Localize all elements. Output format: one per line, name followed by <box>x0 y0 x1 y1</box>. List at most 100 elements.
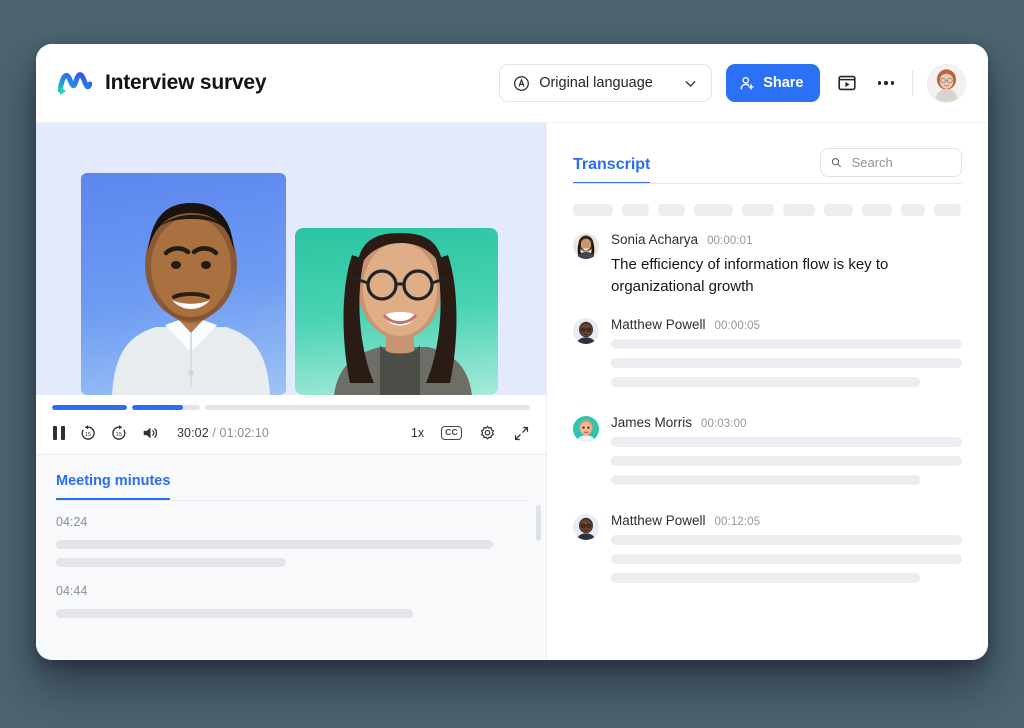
transcript-entry[interactable]: Matthew Powell 00:00:05 <box>573 317 962 396</box>
transcript-entry-body: Matthew Powell 00:00:05 <box>611 317 962 396</box>
present-screen-icon[interactable] <box>834 70 860 96</box>
svg-text:15: 15 <box>116 432 122 438</box>
transcript-entry-body: James Morris 00:03:00 <box>611 415 962 494</box>
transcript-entry-meta: Matthew Powell 00:12:05 <box>611 513 962 528</box>
sonia-avatar <box>573 233 599 259</box>
james-avatar <box>573 415 599 442</box>
captions-button[interactable]: CC <box>441 426 462 440</box>
chevron-down-icon <box>685 80 696 87</box>
transcript-placeholder-line <box>611 534 962 545</box>
total-time: 01:02:10 <box>219 426 269 440</box>
search-icon <box>831 158 841 168</box>
gear-icon[interactable] <box>479 425 496 442</box>
progress-segment-3[interactable] <box>205 405 530 410</box>
transcript-entry[interactable]: Matthew Powell 00:12:05 <box>573 513 962 592</box>
language-select-value: Original language <box>539 75 653 91</box>
chip[interactable] <box>658 204 685 216</box>
transcript-placeholder-line <box>611 436 962 447</box>
wavy-logo-icon <box>58 72 92 95</box>
transcript-entry-meta: Matthew Powell 00:00:05 <box>611 317 962 332</box>
avatar[interactable] <box>927 63 966 103</box>
left-pane: 15 15 30:02 / 01:02:10 1x CC Meeting min… <box>36 123 547 660</box>
transcript-placeholder-line <box>611 338 962 349</box>
chip[interactable] <box>622 204 649 216</box>
chip[interactable] <box>694 204 733 216</box>
language-select[interactable]: Original language <box>499 64 713 102</box>
playback-speed-button[interactable]: 1x <box>411 426 424 440</box>
share-button[interactable]: Share <box>726 64 820 102</box>
speaker-name: James Morris <box>611 414 693 430</box>
minutes-scrollbar[interactable] <box>536 505 541 541</box>
transcript-tabbar: Transcript <box>573 148 820 184</box>
transcript-entry[interactable]: James Morris 00:03:00 <box>573 415 962 494</box>
app-window: Interview survey Original language Share… <box>36 44 988 660</box>
expand-icon[interactable] <box>513 425 530 442</box>
more-horizontal-icon[interactable] <box>874 81 899 85</box>
volume-icon[interactable] <box>141 424 159 442</box>
playback-time: 30:02 / 01:02:10 <box>177 426 269 440</box>
transcript-entry-meta: Sonia Acharya 00:00:01 <box>611 232 962 247</box>
share-button-label: Share <box>763 75 804 91</box>
transcript-placeholder-line <box>611 376 920 387</box>
progress-segment-1[interactable] <box>52 405 127 410</box>
transcript-placeholder-line <box>611 357 962 368</box>
transcript-placeholder-line <box>611 474 920 485</box>
matthew-avatar <box>573 317 599 344</box>
minutes-placeholder-line <box>56 540 494 549</box>
time-separator: / <box>212 426 216 440</box>
person-add-icon <box>740 76 754 90</box>
speaker-timestamp[interactable]: 00:00:01 <box>707 235 753 247</box>
participant-photo-right <box>334 233 472 395</box>
speaker-timestamp[interactable]: 00:12:05 <box>715 516 761 528</box>
transcript-text: The efficiency of information flow is ke… <box>611 256 889 295</box>
player-controls-right: 1x CC <box>411 425 530 442</box>
speaker-timestamp[interactable]: 00:03:00 <box>701 418 747 430</box>
tab-transcript[interactable]: Transcript <box>573 156 651 184</box>
participant-photo-left <box>112 203 270 395</box>
chip[interactable] <box>573 204 613 216</box>
search-input[interactable] <box>820 148 962 177</box>
minutes-entry: 04:44 <box>56 584 526 618</box>
header-actions: Original language Share <box>499 63 966 103</box>
chip[interactable] <box>824 204 853 216</box>
minutes-placeholder-line <box>56 558 287 567</box>
app-header: Interview survey Original language Share <box>36 44 988 123</box>
minutes-tabbar: Meeting minutes <box>56 473 526 501</box>
progress-segment-2[interactable] <box>132 405 200 410</box>
speaker-name: Matthew Powell <box>611 316 706 332</box>
header-divider <box>912 70 913 96</box>
video-stage[interactable] <box>36 123 546 395</box>
language-globe-icon <box>514 75 530 91</box>
speaker-name: Matthew Powell <box>611 512 706 528</box>
search-field[interactable] <box>849 154 951 171</box>
current-time: 30:02 <box>177 426 209 440</box>
speaker-timestamp[interactable]: 00:00:05 <box>715 320 761 332</box>
transcript-entry-body: Sonia Acharya 00:00:01 The efficiency of… <box>611 232 962 298</box>
meeting-minutes-panel: Meeting minutes 04:24 04:44 <box>36 455 546 660</box>
rewind-15-icon[interactable]: 15 <box>79 424 97 442</box>
minutes-timestamp[interactable]: 04:24 <box>56 515 526 529</box>
body: 15 15 30:02 / 01:02:10 1x CC Meeting min… <box>36 123 988 660</box>
minutes-entry: 04:24 <box>56 515 526 567</box>
forward-15-icon[interactable]: 15 <box>110 424 128 442</box>
player-controls-left: 15 15 30:02 / 01:02:10 <box>52 424 269 442</box>
tab-meeting-minutes[interactable]: Meeting minutes <box>56 473 171 500</box>
transcript-entry-body: Matthew Powell 00:12:05 <box>611 513 962 592</box>
chip[interactable] <box>742 204 774 216</box>
chip[interactable] <box>783 204 815 216</box>
minutes-list: 04:24 04:44 <box>56 501 526 618</box>
chip[interactable] <box>934 204 961 216</box>
transcript-pane: Transcript Search Sonia Acharya 00:00:01… <box>547 123 988 660</box>
transcript-entry-meta: James Morris 00:03:00 <box>611 415 962 430</box>
transcript-filter-chips <box>573 184 962 232</box>
minutes-timestamp[interactable]: 04:44 <box>56 584 526 598</box>
transcript-entry[interactable]: Sonia Acharya 00:00:01 The efficiency of… <box>573 232 962 298</box>
speaker-name: Sonia Acharya <box>611 232 699 247</box>
pause-icon[interactable] <box>52 425 66 441</box>
chip[interactable] <box>862 204 892 216</box>
video-player-controls: 15 15 30:02 / 01:02:10 1x CC <box>36 395 546 455</box>
page-title: Interview survey <box>105 71 267 94</box>
progress-bar[interactable] <box>52 405 530 410</box>
chip[interactable] <box>901 204 925 216</box>
minutes-placeholder-line <box>56 609 414 618</box>
